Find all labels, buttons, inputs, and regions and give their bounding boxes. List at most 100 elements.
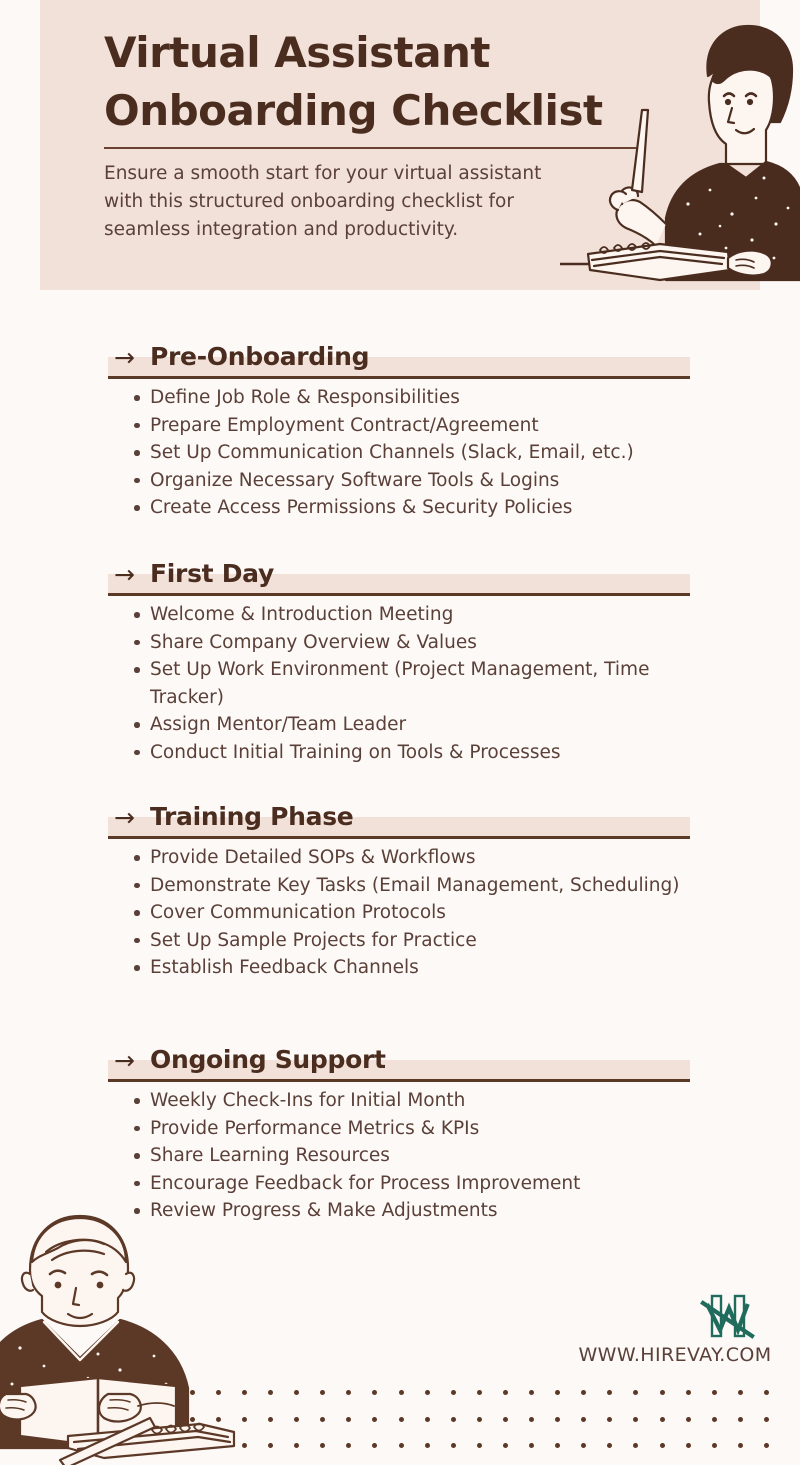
decorative-dot [372,1390,378,1395]
decorative-dot [398,1416,404,1422]
arrow-right-icon: → [114,343,135,372]
section-item-list: Provide Detailed SOPs & Workflows Demons… [0,844,700,982]
decorative-dot [737,1443,743,1448]
decorative-dot [450,1443,456,1448]
decorative-dot [268,1390,273,1395]
decorative-dot [346,1443,352,1448]
decorative-dot [372,1416,378,1422]
decorative-dot [450,1390,456,1395]
section-header: → Training Phase [0,798,800,844]
section-item-list: Welcome & Introduction Meeting Share Com… [0,601,700,766]
section-underline [108,593,690,596]
decorative-dot [529,1416,534,1422]
section-item-list: Define Job Role & Responsibilities Prepa… [0,384,700,522]
infographic-page: Virtual Assistant Onboarding Checklist E… [0,0,800,1465]
decorative-dot [633,1390,639,1395]
decorative-dot [450,1416,456,1422]
section-underline [108,836,690,839]
decorative-dot [555,1390,561,1395]
list-item: Share Company Overview & Values [0,629,700,657]
decorative-dot [685,1443,691,1448]
decorative-dot [346,1416,352,1422]
section-underline [108,376,690,379]
decorative-dot [294,1443,300,1448]
decorative-dot [268,1416,273,1422]
decorative-dot [737,1416,743,1422]
decorative-dot [372,1443,378,1448]
decorative-dot [502,1390,508,1395]
list-item: Conduct Initial Training on Tools & Proc… [0,739,700,767]
list-item: Set Up Communication Channels (Slack, Em… [0,439,700,467]
arrow-right-icon: → [114,1046,135,1075]
section-title: Ongoing Support [150,1045,386,1074]
decorative-dot [581,1416,587,1422]
list-item: Establish Feedback Channels [0,954,700,982]
section-underline [108,1079,690,1082]
decorative-dot [607,1443,613,1448]
decorative-dot [555,1416,561,1422]
decorative-dot [659,1416,665,1422]
decorative-dot [633,1416,639,1422]
decorative-dot [424,1416,430,1422]
arrow-right-icon: → [114,560,135,589]
section-ongoing-support: → Ongoing Support Weekly Check-Ins for I… [0,1041,800,1221]
decorative-dot [607,1390,613,1395]
decorative-dot [424,1390,430,1395]
decorative-dot [659,1390,665,1395]
decorative-dot [320,1443,326,1448]
hirevay-logo-icon [700,1294,755,1339]
list-item: Encourage Feedback for Process Improveme… [0,1170,700,1198]
decorative-dot [659,1443,665,1448]
decorative-dot [581,1443,587,1448]
decorative-dot [320,1416,326,1422]
section-training-phase: → Training Phase Provide Detailed SOPs &… [0,798,800,978]
decorative-dot [763,1443,769,1448]
list-item: Set Up Sample Projects for Practice [0,927,700,955]
section-title: Training Phase [150,802,354,831]
decorative-dot [476,1390,482,1395]
decorative-dot [294,1390,300,1395]
decorative-dot [737,1390,743,1395]
list-item: Demonstrate Key Tasks (Email Management,… [0,872,700,900]
section-title: Pre-Onboarding [150,342,370,371]
decorative-dot [398,1443,404,1448]
illustration-person-pointing [560,24,800,282]
decorative-dot [268,1443,273,1448]
list-item: Share Learning Resources [0,1142,700,1170]
decorative-dot [711,1416,717,1422]
website-url: WWW.HIREVAY.COM [578,1344,772,1366]
list-item: Provide Performance Metrics & KPIs [0,1115,700,1143]
decorative-dot [476,1416,482,1422]
list-item: Prepare Employment Contract/Agreement [0,412,700,440]
section-header: → First Day [0,555,800,601]
decorative-dot [763,1416,769,1422]
decorative-dot [502,1443,508,1448]
list-item: Organize Necessary Software Tools & Logi… [0,467,700,495]
decorative-dot [529,1443,534,1448]
list-item: Create Access Permissions & Security Pol… [0,494,700,522]
list-item: Cover Communication Protocols [0,899,700,927]
section-header: → Pre-Onboarding [0,338,800,384]
decorative-dot [346,1390,352,1395]
section-item-list: Weekly Check-Ins for Initial Month Provi… [0,1087,700,1225]
section-first-day: → First Day Welcome & Introduction Meeti… [0,555,800,763]
list-item: Welcome & Introduction Meeting [0,601,700,629]
decorative-dot [581,1390,587,1395]
title-divider [104,147,638,149]
decorative-dot [633,1443,639,1448]
list-item: Provide Detailed SOPs & Workflows [0,844,700,872]
arrow-right-icon: → [114,803,135,832]
decorative-dot [685,1416,691,1422]
decorative-dot [476,1443,482,1448]
decorative-dot [294,1416,300,1422]
illustration-person-reading [0,1214,236,1465]
decorative-dot [555,1443,561,1448]
decorative-dot [711,1390,717,1395]
decorative-dot [529,1390,534,1395]
decorative-dot [711,1443,717,1448]
list-item: Weekly Check-Ins for Initial Month [0,1087,700,1115]
decorative-dot [424,1443,430,1448]
list-item: Assign Mentor/Team Leader [0,711,700,739]
section-pre-onboarding: → Pre-Onboarding Define Job Role & Respo… [0,338,800,518]
decorative-dot [607,1416,613,1422]
